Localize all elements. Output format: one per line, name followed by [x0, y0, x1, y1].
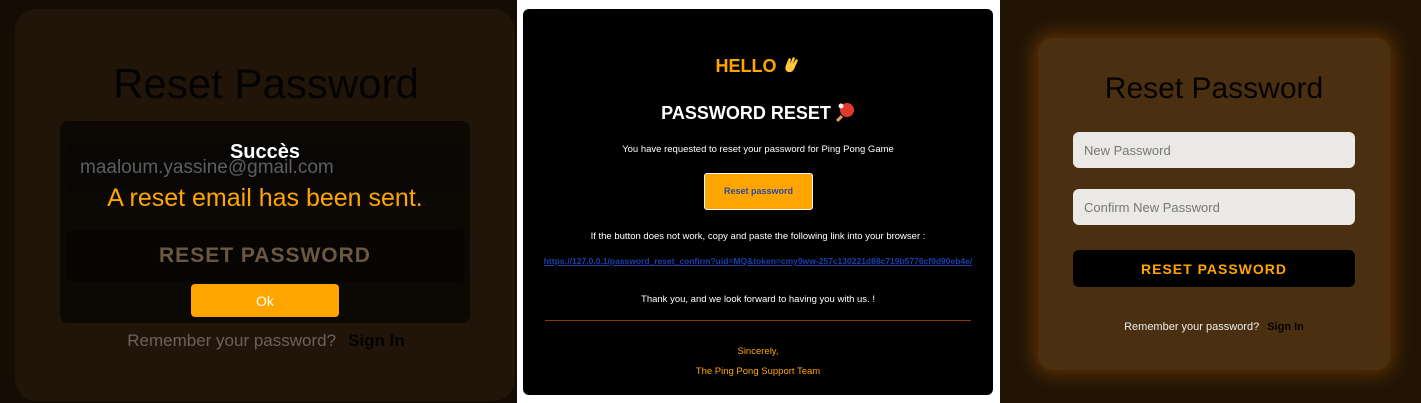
new-password-screen: Reset Password RESET PASSWORD Remember y…	[1000, 0, 1421, 403]
reset-request-screen: Reset Password maaloum.yassine@gmail.com…	[0, 0, 517, 403]
remember-row: Remember your password? Sign In	[1038, 321, 1390, 333]
waving-hand-icon	[784, 57, 798, 73]
signoff: Sincerely,	[737, 346, 779, 357]
email-body: HELLO PASSWORD RESET You have requested …	[523, 9, 993, 395]
new-password-card: Reset Password RESET PASSWORD Remember y…	[1038, 38, 1390, 370]
thanks-text: Thank you, and we look forward to having…	[641, 294, 875, 305]
email-heading: PASSWORD RESET	[523, 102, 993, 124]
email-greeting: HELLO	[523, 55, 993, 77]
reset-email-preview: HELLO PASSWORD RESET You have requested …	[517, 0, 1000, 403]
new-password-input[interactable]	[1073, 132, 1355, 168]
request-text: You have requested to reset your passwor…	[622, 144, 894, 155]
reset-password-button[interactable]: RESET PASSWORD	[65, 230, 465, 282]
page-title: Reset Password	[113, 60, 419, 107]
fallback-text: If the button does not work, copy and pa…	[590, 231, 926, 242]
reset-password-button[interactable]: RESET PASSWORD	[1073, 250, 1355, 287]
sign-in-link[interactable]: Sign In	[348, 331, 405, 350]
ok-button[interactable]: Ok	[191, 284, 339, 317]
greeting-text: HELLO	[715, 56, 777, 76]
remember-row: Remember your password? Sign In	[15, 331, 517, 351]
ping-pong-paddle-icon	[835, 103, 854, 122]
reset-link[interactable]: https://127.0.0.1/password_reset_confirm…	[543, 255, 973, 268]
page-title: Reset Password	[1104, 72, 1324, 105]
confirm-password-input[interactable]	[1073, 189, 1355, 225]
heading-text: PASSWORD RESET	[661, 103, 831, 123]
team-signature: The Ping Pong Support Team	[695, 366, 821, 377]
divider	[545, 320, 971, 321]
remember-text: Remember your password?	[1124, 321, 1260, 333]
remember-text: Remember your password?	[127, 331, 337, 350]
reset-password-link-button[interactable]: Reset password	[704, 173, 813, 210]
email-field[interactable]: maaloum.yassine@gmail.com	[65, 143, 465, 193]
sign-in-link[interactable]: Sign In	[1267, 321, 1304, 333]
